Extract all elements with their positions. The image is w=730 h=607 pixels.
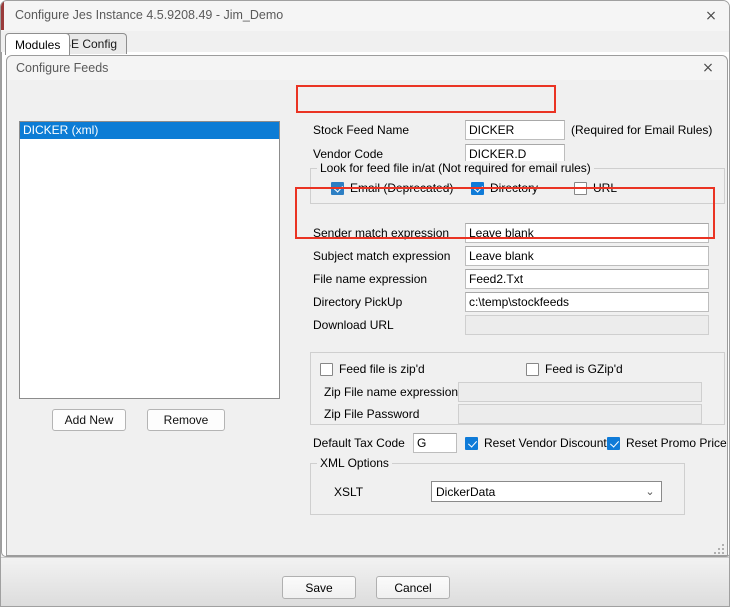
subject-match-row: Subject match expression Leave blank: [313, 246, 725, 266]
checkbox-feed-zipd-label: Feed file is zip'd: [339, 362, 425, 376]
checkbox-directory-box[interactable]: [471, 181, 484, 195]
stock-feed-name-note: (Required for Email Rules): [571, 123, 713, 137]
zip-file-password-input[interactable]: [458, 404, 702, 424]
checkbox-reset-promo-prices-label: Reset Promo Prices: [626, 436, 728, 450]
checkbox-email-box[interactable]: [331, 181, 344, 195]
checkbox-url[interactable]: URL: [574, 181, 617, 195]
directory-pickup-label: Directory PickUp: [313, 295, 403, 309]
download-url-row: Download URL: [313, 315, 725, 335]
sender-match-label: Sender match expression: [313, 226, 450, 240]
checkbox-feed-gzipd-label: Feed is GZip'd: [545, 362, 623, 376]
file-name-expression-label: File name expression: [313, 272, 428, 286]
directory-pickup-input[interactable]: c:\temp\stockfeeds: [465, 292, 709, 312]
checkbox-reset-promo-prices[interactable]: Reset Promo Prices: [607, 436, 728, 450]
checkbox-url-label: URL: [593, 181, 618, 195]
window-save-button[interactable]: Save: [282, 576, 356, 599]
dialog-titlebar: Configure Feeds ×: [7, 56, 727, 80]
dialog-title: Configure Feeds: [16, 61, 109, 75]
window-accent-bar: [1, 2, 4, 30]
checkbox-feed-zipd[interactable]: Feed file is zip'd: [320, 362, 425, 376]
xslt-label: XSLT: [334, 485, 364, 499]
checkbox-feed-gzipd[interactable]: Feed is GZip'd: [526, 362, 623, 376]
zip-file-password-label: Zip File Password: [324, 407, 420, 421]
window-footer: Save Cancel: [1, 557, 729, 606]
window-title: Configure Jes Instance 4.5.9208.49 - Jim…: [15, 8, 284, 22]
xslt-select[interactable]: DickerData ⌄: [431, 481, 662, 502]
default-tax-code-input[interactable]: G: [413, 433, 457, 453]
checkbox-url-box[interactable]: [574, 181, 587, 195]
stock-feed-name-input[interactable]: DICKER: [465, 120, 565, 140]
checkbox-email-label: Email (Deprecated): [350, 181, 454, 195]
lookup-location-group-title: Look for feed file in/at (Not required f…: [317, 161, 594, 175]
sender-match-row: Sender match expression Leave blank: [313, 223, 725, 243]
main-window: Configure Jes Instance 4.5.9208.49 - Jim…: [0, 0, 730, 607]
checkbox-feed-gzipd-box[interactable]: [526, 362, 539, 376]
list-item[interactable]: DICKER (xml): [20, 122, 279, 139]
xml-options-group-title: XML Options: [317, 456, 392, 470]
stock-feed-name-label: Stock Feed Name: [313, 123, 410, 137]
zip-options-group: Feed file is zip'd Feed is GZip'd Zip Fi…: [310, 352, 725, 425]
directory-pickup-row: Directory PickUp c:\temp\stockfeeds: [313, 292, 725, 312]
chevron-down-icon: ⌄: [645, 485, 655, 498]
xml-options-group: XML Options XSLT DickerData ⌄: [310, 456, 685, 515]
sender-match-input[interactable]: Leave blank: [465, 223, 709, 243]
checkbox-reset-vendor-discount-box[interactable]: [465, 436, 478, 450]
file-name-expression-input[interactable]: Feed2.Txt: [465, 269, 709, 289]
dialog-close-icon[interactable]: ×: [691, 56, 725, 80]
checkbox-email[interactable]: Email (Deprecated): [331, 181, 453, 195]
checkbox-reset-vendor-discount-label: Reset Vendor Discount: [484, 436, 607, 450]
checkbox-reset-promo-prices-box[interactable]: [607, 436, 620, 450]
dialog-body: DICKER (xml) Add New Remove Stock Feed N…: [7, 80, 728, 555]
remove-button[interactable]: Remove: [147, 409, 225, 431]
download-url-input[interactable]: [465, 315, 709, 335]
zip-file-name-label: Zip File name expression: [324, 385, 459, 399]
feed-listbox[interactable]: DICKER (xml): [19, 121, 280, 399]
checkbox-directory[interactable]: Directory: [471, 181, 538, 195]
default-tax-code-label: Default Tax Code: [313, 436, 405, 450]
checkbox-directory-label: Directory: [490, 181, 539, 195]
close-icon[interactable]: ×: [694, 2, 728, 30]
tax-code-row: Default Tax Code G Reset Vendor Discount…: [313, 433, 728, 453]
file-name-expression-row: File name expression Feed2.Txt: [313, 269, 725, 289]
lookup-location-group: Look for feed file in/at (Not required f…: [310, 161, 725, 204]
tab-modules[interactable]: Modules: [5, 33, 71, 55]
subject-match-label: Subject match expression: [313, 249, 451, 263]
feed-form: Stock Feed Name DICKER (Required for Ema…: [305, 80, 728, 555]
download-url-label: Download URL: [313, 318, 394, 332]
subject-match-input[interactable]: Leave blank: [465, 246, 709, 266]
add-new-button[interactable]: Add New: [52, 409, 126, 431]
window-cancel-button[interactable]: Cancel: [376, 576, 450, 599]
tab-strip: Modules BE Config: [1, 31, 729, 55]
stock-feed-name-row: Stock Feed Name DICKER (Required for Ema…: [313, 120, 725, 140]
checkbox-feed-zipd-box[interactable]: [320, 362, 333, 376]
checkbox-reset-vendor-discount[interactable]: Reset Vendor Discount: [465, 436, 607, 450]
resize-grip-icon[interactable]: [712, 542, 724, 554]
configure-feeds-dialog: Configure Feeds × DICKER (xml) Add New R…: [6, 55, 728, 556]
xslt-select-value: DickerData: [436, 484, 496, 499]
zip-file-name-input[interactable]: [458, 382, 702, 402]
window-titlebar: Configure Jes Instance 4.5.9208.49 - Jim…: [1, 1, 729, 31]
